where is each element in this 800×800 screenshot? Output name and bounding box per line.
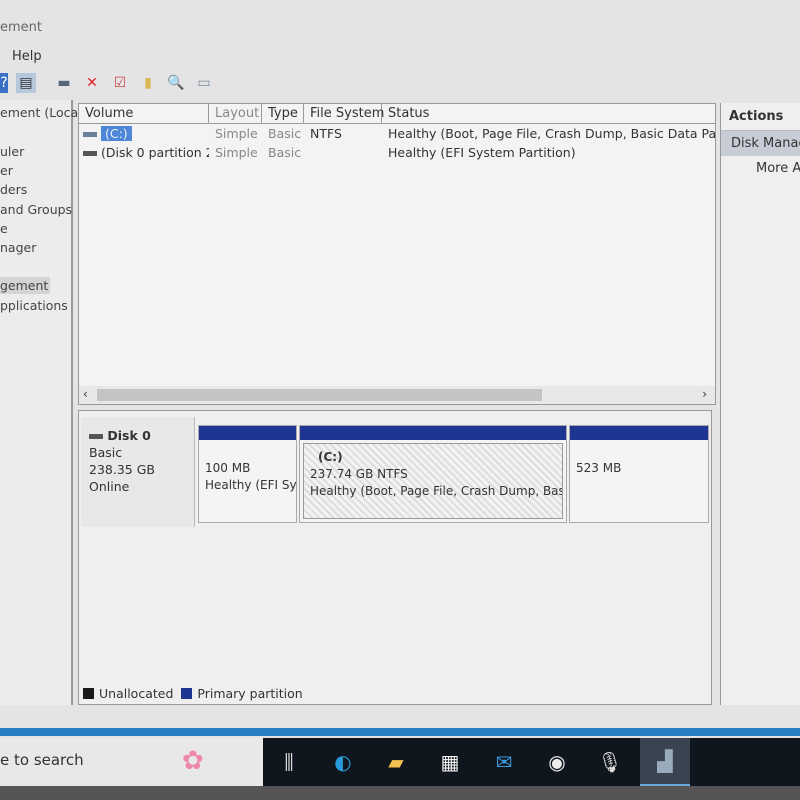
col-file-system[interactable]: File System <box>304 104 384 123</box>
col-volume[interactable]: Volume <box>79 104 209 123</box>
partition-size: 523 MB <box>576 461 622 475</box>
volume-list: Volume Layout Type File System Status (C… <box>78 103 716 405</box>
task-view-icon[interactable]: ⫼ <box>273 746 305 778</box>
cell-layout: Simple <box>215 126 258 141</box>
edge-icon[interactable]: ◐ <box>327 746 359 778</box>
tree-item[interactable]: pplications <box>0 298 68 313</box>
actions-pane: Actions Disk Manage More Ac <box>720 103 800 705</box>
disk-management-icon[interactable]: ▟ <box>640 738 690 786</box>
actions-title: Actions <box>721 103 800 131</box>
scrollbar-thumb[interactable] <box>97 389 542 401</box>
volume-name: (C:) <box>100 126 132 141</box>
disk-icon <box>89 434 103 439</box>
disk-0-label[interactable]: Disk 0 Basic 238.35 GB Online <box>81 417 195 527</box>
disk-type: Basic <box>89 445 123 460</box>
col-status[interactable]: Status <box>382 104 715 123</box>
tree-item[interactable]: ders <box>0 182 27 197</box>
legend-label: Primary partition <box>197 686 303 701</box>
table-row[interactable]: (C:) Simple Basic NTFS Healthy (Boot, Pa… <box>79 124 715 143</box>
disk-name: Disk 0 <box>107 428 151 443</box>
table-row[interactable]: (Disk 0 partition 2) Simple Basic Health… <box>79 143 715 162</box>
partition-c[interactable]: (C:) 237.74 GB NTFS Healthy (Boot, Page Fi… <box>299 425 567 523</box>
search-placeholder: e to search <box>0 751 84 769</box>
partition-status: Healthy (EFI Sy <box>205 478 296 492</box>
cell-type: Basic <box>268 145 302 160</box>
legend: Unallocated Primary partition <box>83 686 303 701</box>
tree-item-selected[interactable]: gement <box>0 277 51 294</box>
flowers-icon: ✿ <box>182 746 204 776</box>
partition-label: (C:) <box>318 450 343 464</box>
tree-item[interactable]: e <box>0 221 8 236</box>
drive-icon <box>83 132 97 137</box>
camera-icon[interactable]: ◉ <box>541 746 573 778</box>
folder-search-icon[interactable]: 🔍 <box>166 73 186 93</box>
store-icon[interactable]: ▦ <box>434 746 466 778</box>
cell-status: Healthy (EFI System Partition) <box>388 145 576 160</box>
cell-type: Basic <box>268 126 302 141</box>
tree-item[interactable]: er <box>0 163 13 178</box>
console-tree: ement (Local) uler er ders and Groups e … <box>0 100 87 705</box>
cell-status: Healthy (Boot, Page File, Crash Dump, Ba… <box>388 126 715 141</box>
file-explorer-icon[interactable]: ▰ <box>380 746 412 778</box>
scroll-left-icon[interactable]: ‹ <box>83 387 88 401</box>
console-icon[interactable]: ▤ <box>16 73 36 93</box>
folder-up-icon[interactable]: ▮ <box>138 73 158 93</box>
cell-fs: NTFS <box>310 126 342 141</box>
tree-item[interactable]: ement (Local) <box>0 105 87 120</box>
horizontal-scrollbar[interactable]: ‹ › <box>79 386 715 404</box>
legend-label: Unallocated <box>99 686 174 701</box>
partition-size: 237.74 GB NTFS <box>310 467 408 481</box>
primary-swatch <box>181 688 193 699</box>
disk-size: 238.35 GB <box>89 462 155 477</box>
connect-disk-icon[interactable]: ▬ <box>54 73 74 93</box>
partition-recovery[interactable]: 523 MB <box>569 425 709 523</box>
col-layout[interactable]: Layout <box>209 104 262 123</box>
check-icon[interactable]: ☑ <box>110 73 130 93</box>
disk-state: Online <box>89 479 130 494</box>
scroll-right-icon[interactable]: › <box>702 387 707 401</box>
tree-item[interactable]: nager <box>0 240 36 255</box>
search-box[interactable]: e to search ✿ <box>0 738 263 786</box>
help-icon[interactable]: ? <box>0 73 8 93</box>
voice-recorder-icon[interactable]: 🎙 <box>594 746 626 778</box>
drive-icon <box>83 151 97 156</box>
menu-help[interactable]: Help <box>12 49 42 64</box>
properties-icon[interactable]: ▭ <box>194 73 214 93</box>
col-type[interactable]: Type <box>262 104 304 123</box>
screen-bezel <box>0 786 800 800</box>
cell-layout: Simple <box>215 145 258 160</box>
tree-item[interactable]: uler <box>0 144 24 159</box>
actions-section[interactable]: Disk Manage <box>721 131 800 156</box>
mail-icon[interactable]: ✉ <box>488 746 520 778</box>
unallocated-swatch <box>83 688 94 699</box>
volume-name: (Disk 0 partition 2) <box>100 145 209 160</box>
accent-strip <box>0 728 800 736</box>
window-title: ement <box>0 20 42 35</box>
delete-icon[interactable]: ✕ <box>82 73 102 93</box>
tree-item[interactable]: and Groups <box>0 202 72 217</box>
partition-size: 100 MB <box>205 461 251 475</box>
disk-graphical-view: Disk 0 Basic 238.35 GB Online 100 MB Heal… <box>78 410 712 705</box>
more-actions-link[interactable]: More Ac <box>721 156 800 176</box>
partition-status: Healthy (Boot, Page File, Crash Dump, Ba… <box>310 484 563 498</box>
partition-efi[interactable]: 100 MB Healthy (EFI Sy <box>198 425 297 523</box>
toolbar: ? ▤ ▬ ✕ ☑ ▮ 🔍 ▭ <box>0 70 214 96</box>
